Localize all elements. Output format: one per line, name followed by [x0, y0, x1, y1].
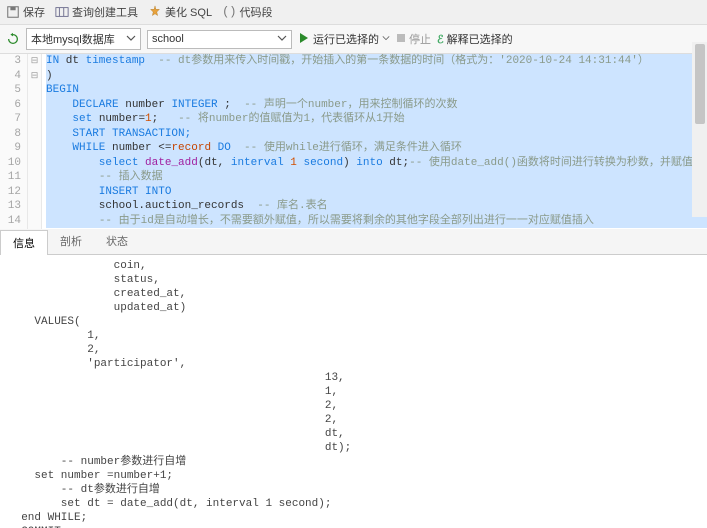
code-snippet-icon: ()	[222, 5, 236, 19]
query-builder-icon	[55, 5, 69, 19]
result-tabs: 信息 剖析 状态	[0, 229, 707, 255]
explain-selected-button[interactable]: ℰ 解释已选择的	[437, 31, 513, 47]
code-area[interactable]: IN dt timestamp -- dt参数用来传入时间戳，开始插入的第一条数…	[42, 54, 707, 229]
sql-editor[interactable]: 3456789101112131415 ⊟⊟ IN dt timestamp -…	[0, 54, 707, 229]
refresh-icon[interactable]	[6, 32, 20, 46]
code-snippet-label: 代码段	[239, 4, 272, 20]
chevron-down-icon	[126, 33, 136, 46]
tab-status[interactable]: 状态	[94, 229, 140, 254]
stop-label: 停止	[409, 31, 431, 47]
main-toolbar: 保存 查询创建工具 美化 SQL () 代码段	[0, 0, 707, 25]
connection-bar: 本地mysql数据库 school 运行已选择的 停止 ℰ 解释已选择的	[0, 25, 707, 54]
fold-gutter: ⊟⊟	[28, 54, 42, 229]
editor-scrollbar[interactable]	[692, 54, 707, 217]
beautify-icon	[148, 5, 162, 19]
line-gutter: 3456789101112131415	[0, 54, 28, 229]
explain-selected-label: 解释已选择的	[447, 31, 513, 47]
query-builder-label: 查询创建工具	[72, 4, 138, 20]
run-selected-button[interactable]: 运行已选择的	[298, 31, 390, 47]
database-dropdown-value: 本地mysql数据库	[31, 31, 115, 47]
query-builder-button[interactable]: 查询创建工具	[55, 4, 138, 20]
tab-info[interactable]: 信息	[0, 230, 48, 255]
play-icon	[298, 32, 310, 47]
chevron-down-icon	[277, 33, 287, 46]
save-label: 保存	[23, 4, 45, 20]
schema-dropdown[interactable]: school	[147, 30, 292, 49]
run-selected-label: 运行已选择的	[313, 31, 379, 47]
stop-icon	[396, 33, 406, 46]
code-snippet-button[interactable]: () 代码段	[222, 4, 272, 20]
tab-analysis[interactable]: 剖析	[48, 229, 94, 254]
output-panel[interactable]: coin, status, created_at, updated_at) VA…	[0, 255, 707, 528]
schema-dropdown-value: school	[152, 33, 184, 45]
stop-button: 停止	[396, 31, 431, 47]
beautify-sql-button[interactable]: 美化 SQL	[148, 4, 212, 20]
database-dropdown[interactable]: 本地mysql数据库	[26, 28, 141, 50]
save-button[interactable]: 保存	[6, 4, 45, 20]
explain-icon: ℰ	[437, 33, 444, 46]
save-icon	[6, 5, 20, 19]
beautify-label: 美化 SQL	[165, 4, 212, 20]
chevron-down-icon	[382, 33, 390, 45]
scroll-thumb[interactable]	[695, 54, 705, 124]
